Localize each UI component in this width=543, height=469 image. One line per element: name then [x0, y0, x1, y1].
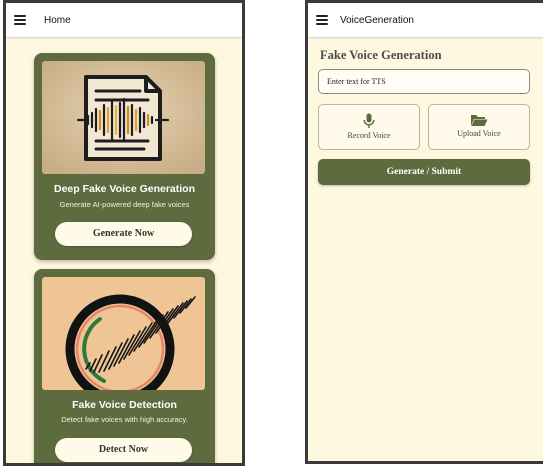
folder-open-icon: [471, 115, 488, 126]
home-app-bar: Home: [6, 3, 242, 37]
card-description: Generate AI-powered deep fake voices: [59, 200, 190, 209]
record-voice-label: Record Voice: [347, 131, 391, 140]
tts-text-input[interactable]: Enter text for TTS: [318, 69, 530, 94]
menu-icon[interactable]: [14, 15, 26, 25]
voice-detection-icon: [42, 277, 205, 390]
home-title: Home: [44, 14, 71, 26]
deep-fake-generation-card[interactable]: Deep Fake Voice Generation Generate AI-p…: [34, 53, 215, 260]
audio-document-icon: [42, 61, 205, 174]
screenshot-stage: Home Deep Fake Voice Generation Generate…: [0, 0, 543, 469]
record-voice-button[interactable]: Record Voice: [318, 104, 420, 150]
microphone-icon: [363, 113, 375, 128]
card-description: Detect fake voices with high accuracy.: [61, 415, 188, 424]
home-screen: Home Deep Fake Voice Generation Generate…: [3, 0, 245, 466]
card-title: Deep Fake Voice Generation: [53, 183, 196, 195]
generate-now-button[interactable]: Generate Now: [55, 222, 192, 246]
card-title: Fake Voice Detection: [72, 399, 177, 411]
generate-submit-button[interactable]: Generate / Submit: [318, 159, 530, 185]
voice-generation-screen: VoiceGeneration Fake Voice Generation En…: [305, 0, 543, 464]
upload-voice-button[interactable]: Upload Voice: [428, 104, 530, 150]
upload-voice-label: Upload Voice: [457, 129, 501, 138]
menu-icon[interactable]: [316, 15, 328, 25]
detect-now-button[interactable]: Detect Now: [55, 438, 192, 462]
voice-generation-title: VoiceGeneration: [340, 14, 414, 26]
section-title: Fake Voice Generation: [320, 48, 442, 62]
voice-generation-app-bar: VoiceGeneration: [308, 3, 543, 37]
fake-voice-detection-card[interactable]: Fake Voice Detection Detect fake voices …: [34, 269, 215, 463]
